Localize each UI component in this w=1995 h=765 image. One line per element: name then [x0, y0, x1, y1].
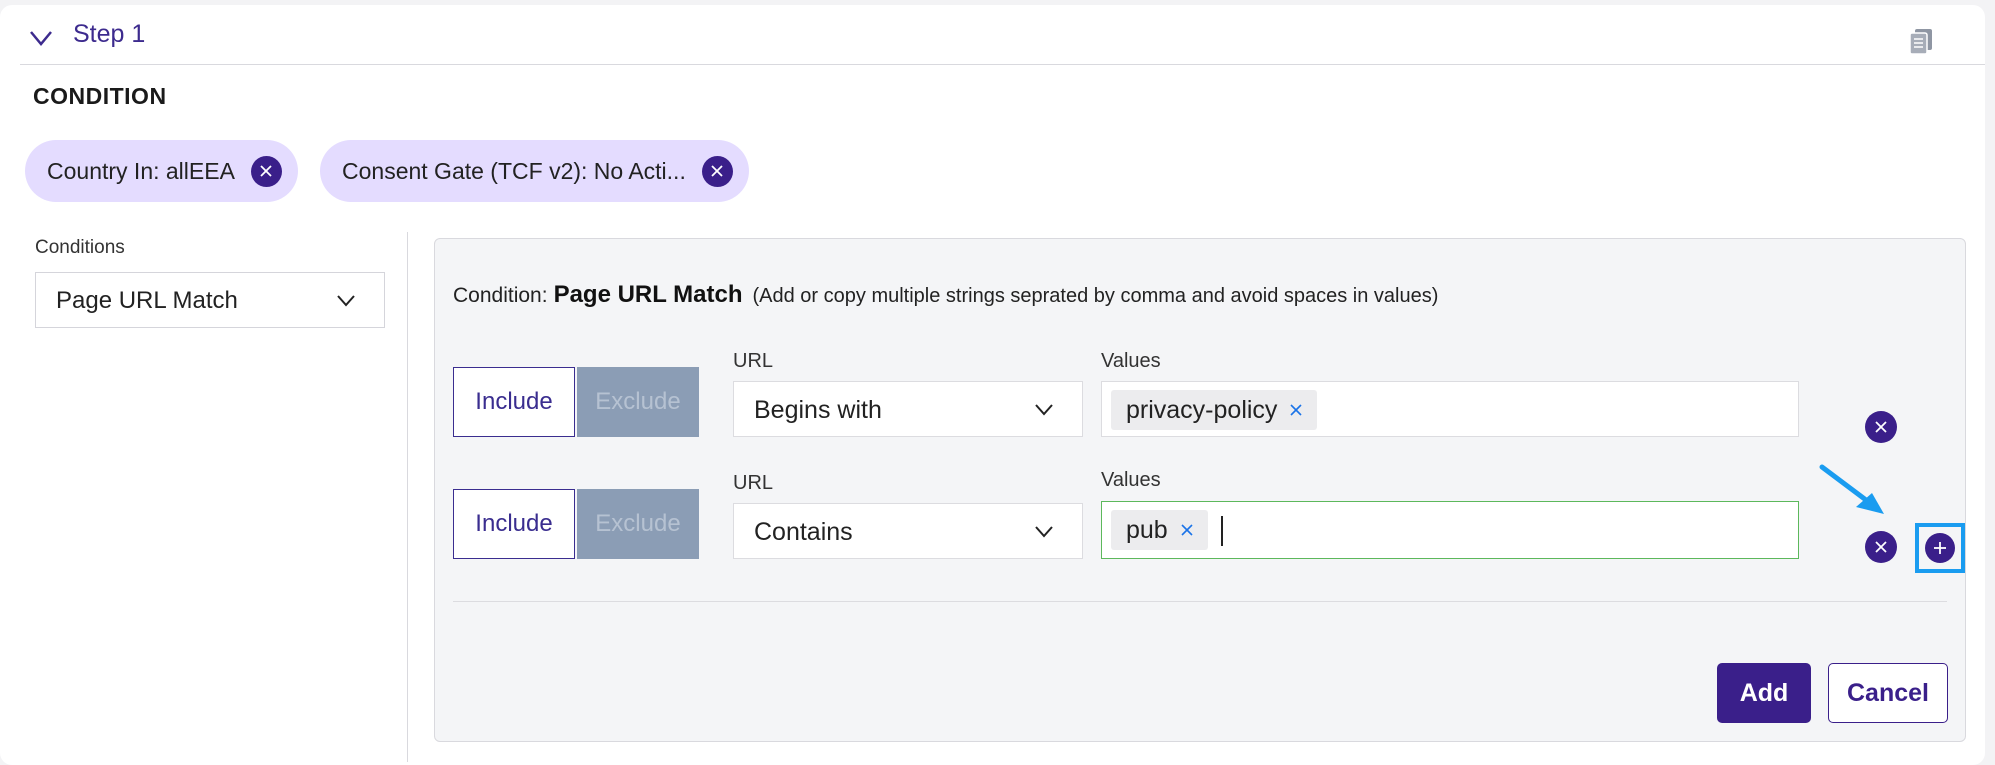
chevron-down-icon — [1035, 404, 1053, 416]
value-tag-label: pub — [1126, 515, 1168, 544]
step-title[interactable]: Step 1 — [73, 20, 145, 49]
url-label: URL — [733, 350, 774, 372]
close-icon[interactable] — [1180, 523, 1194, 537]
add-button[interactable]: Add — [1717, 663, 1811, 723]
exclude-button[interactable]: Exclude — [577, 367, 699, 437]
cancel-button[interactable]: Cancel — [1828, 663, 1948, 723]
step-header: Step 1 — [20, 5, 1985, 65]
value-tag: pub — [1111, 510, 1208, 550]
exclude-button[interactable]: Exclude — [577, 489, 699, 559]
add-row-highlight — [1915, 523, 1965, 573]
close-icon[interactable] — [1289, 403, 1303, 417]
column-divider — [407, 232, 408, 762]
url-operator-select[interactable]: Begins with — [733, 381, 1083, 437]
section-title: CONDITION — [33, 83, 167, 109]
text-caret — [1221, 516, 1223, 546]
copy-icon[interactable] — [1905, 25, 1937, 57]
conditions-select-value: Page URL Match — [56, 287, 238, 314]
remove-row-button[interactable] — [1865, 411, 1897, 443]
condition-chip-country[interactable]: Country In: allEEA — [25, 140, 298, 202]
close-icon — [1875, 421, 1887, 433]
condition-name: Page URL Match — [553, 281, 743, 308]
conditions-select[interactable]: Page URL Match — [35, 272, 385, 328]
chip-label: Country In: allEEA — [47, 157, 235, 184]
values-label: Values — [1101, 350, 1161, 372]
condition-note: (Add or copy multiple strings seprated b… — [752, 285, 1439, 307]
value-tag-label: privacy-policy — [1126, 395, 1278, 424]
include-button[interactable]: Include — [453, 489, 575, 559]
remove-row-button[interactable] — [1865, 531, 1897, 563]
close-icon — [260, 165, 273, 177]
close-icon — [1875, 541, 1887, 553]
url-operator-value: Begins with — [754, 396, 882, 424]
include-button[interactable]: Include — [453, 367, 575, 437]
plus-icon — [1934, 542, 1946, 554]
value-tag: privacy-policy — [1111, 390, 1318, 430]
url-operator-value: Contains — [754, 518, 853, 546]
chip-label: Consent Gate (TCF v2): No Acti... — [342, 157, 686, 184]
condition-heading: Condition: Page URL Match (Add or copy m… — [453, 281, 1438, 309]
chevron-down-icon — [1035, 526, 1053, 538]
condition-prefix: Condition: — [453, 284, 548, 307]
condition-row: Include Exclude URL Contains Values pub — [453, 469, 1965, 573]
condition-row: Include Exclude URL Begins with Values p… — [453, 350, 1953, 443]
chevron-down-icon[interactable] — [28, 27, 54, 49]
close-icon — [711, 165, 723, 177]
values-label: Values — [1101, 469, 1161, 491]
chevron-down-icon — [337, 295, 355, 307]
url-label: URL — [733, 472, 774, 494]
values-input[interactable]: privacy-policy — [1101, 381, 1799, 437]
values-input[interactable]: pub — [1101, 501, 1799, 559]
chip-remove-button[interactable] — [701, 155, 733, 187]
url-operator-select[interactable]: Contains — [733, 503, 1083, 559]
add-row-button[interactable] — [1925, 533, 1955, 563]
chip-remove-button[interactable] — [250, 155, 282, 187]
panel-divider — [453, 601, 1947, 602]
condition-chip-consent[interactable]: Consent Gate (TCF v2): No Acti... — [320, 140, 749, 202]
annotation-arrow-icon — [1819, 464, 1884, 514]
conditions-label: Conditions — [35, 237, 125, 258]
